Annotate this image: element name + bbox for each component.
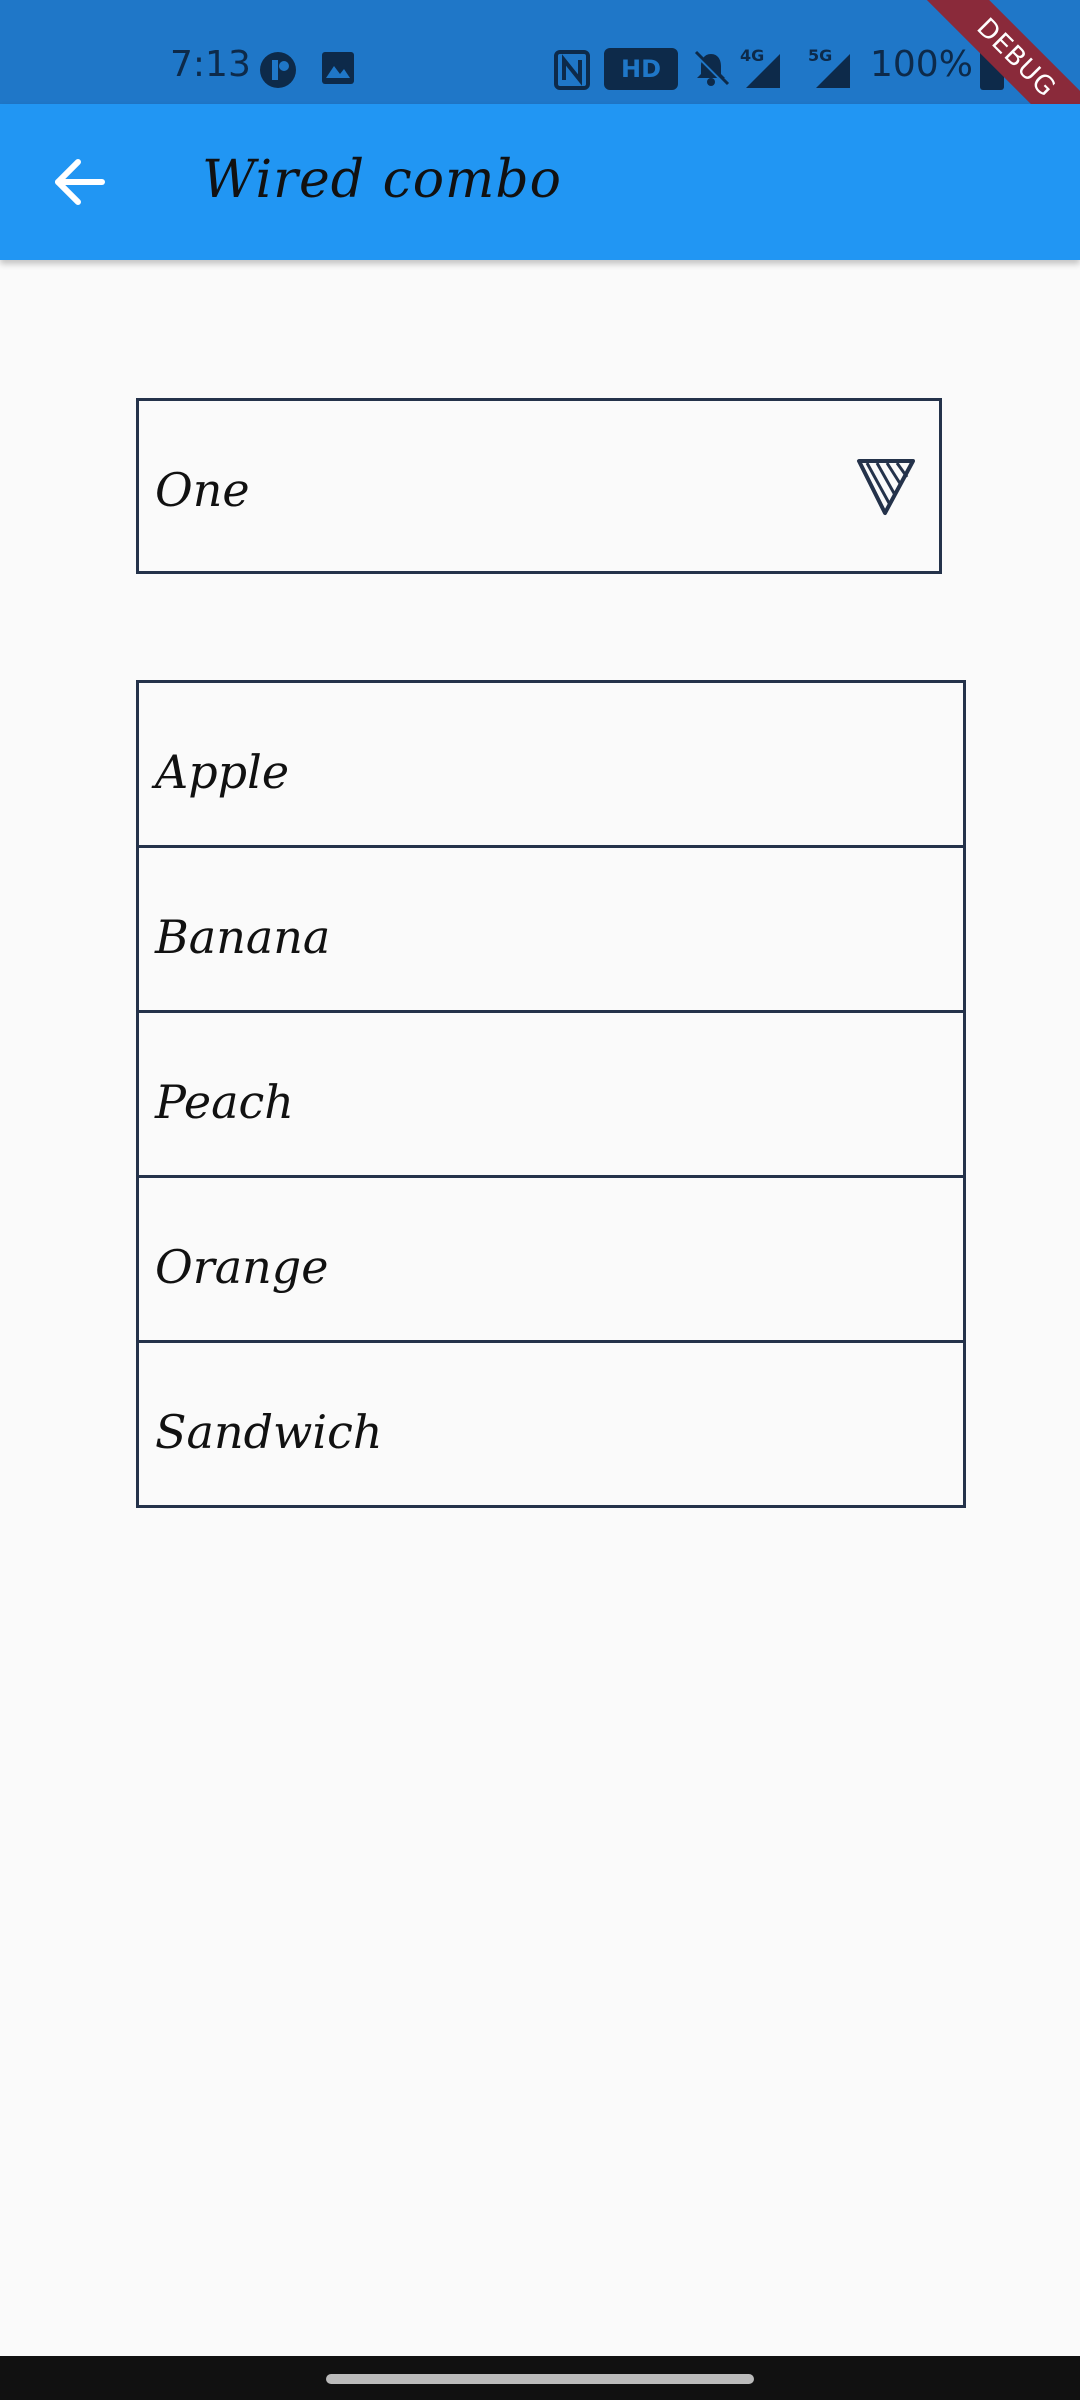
image-icon bbox=[322, 52, 354, 84]
status-bar: 7:13 HD 4G 5G 100% DEBUG bbox=[0, 0, 1080, 166]
list-item-label: Apple bbox=[155, 745, 290, 799]
combo-selected-value: One bbox=[155, 463, 250, 517]
status-time: 7:13 bbox=[170, 44, 251, 85]
combo-options-list: Apple Banana Peach Orange Sandwich bbox=[136, 680, 966, 1508]
network-5g-label: 5G bbox=[808, 46, 833, 65]
hd-label: HD bbox=[620, 55, 661, 83]
triangle-down-icon bbox=[857, 459, 915, 515]
combo-dropdown[interactable]: One bbox=[136, 398, 942, 574]
back-button[interactable] bbox=[40, 142, 120, 222]
list-item-label: Peach bbox=[155, 1075, 294, 1129]
list-item-label: Orange bbox=[155, 1240, 329, 1294]
list-item-banana[interactable]: Banana bbox=[136, 845, 966, 1013]
list-item-label: Banana bbox=[155, 910, 331, 964]
screen: 7:13 HD 4G 5G 100% DEBUG Wired combo One… bbox=[0, 0, 1080, 2400]
list-item-orange[interactable]: Orange bbox=[136, 1175, 966, 1343]
network-4g-label: 4G bbox=[740, 46, 765, 65]
app-bar: Wired combo bbox=[0, 104, 1080, 260]
list-item-sandwich[interactable]: Sandwich bbox=[136, 1340, 966, 1508]
nfc-icon bbox=[554, 50, 590, 90]
navigation-bar bbox=[0, 2356, 1080, 2400]
page-title: Wired combo bbox=[202, 150, 562, 210]
notification-badge-icon bbox=[260, 52, 296, 88]
list-item-peach[interactable]: Peach bbox=[136, 1010, 966, 1178]
arrow-back-icon bbox=[55, 159, 105, 205]
hd-voice-icon: HD bbox=[604, 48, 678, 90]
bell-muted-icon bbox=[694, 50, 730, 86]
list-item-label: Sandwich bbox=[155, 1405, 383, 1459]
home-gesture-handle[interactable] bbox=[326, 2374, 754, 2384]
battery-percent: 100% bbox=[870, 44, 973, 85]
list-item-apple[interactable]: Apple bbox=[136, 680, 966, 848]
